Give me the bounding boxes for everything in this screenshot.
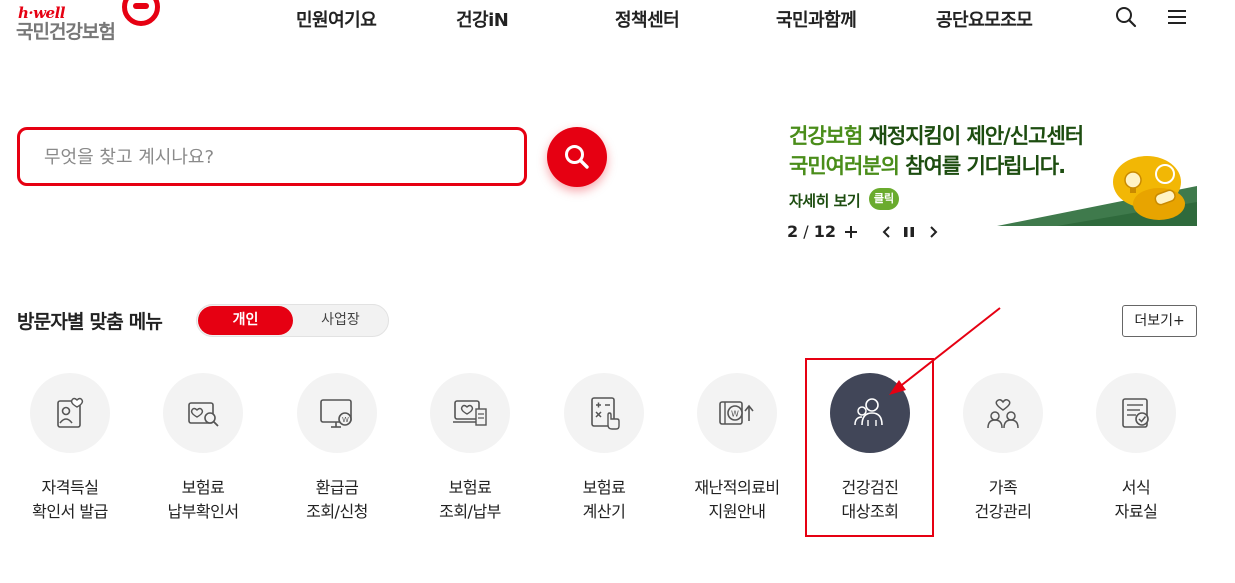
- nav-item-policy-center[interactable]: 정책센터: [615, 6, 680, 32]
- svg-text:W: W: [342, 416, 349, 424]
- toggle-business[interactable]: 사업장: [293, 306, 388, 335]
- nav-item-health-in[interactable]: 건강iN: [456, 6, 509, 32]
- nav-item-with-citizens[interactable]: 국민과함께: [776, 6, 857, 32]
- section-title-visitor-menu: 방문자별 맞춤 메뉴: [17, 311, 163, 333]
- menu-item-family-health[interactable]: 가족 건강관리: [938, 373, 1068, 533]
- hamburger-menu-icon[interactable]: [1166, 6, 1190, 30]
- visitor-type-toggle: 개인 사업장: [196, 304, 389, 337]
- banner-line-2: 국민여러분의 참여를 기다립니다.: [789, 154, 1066, 178]
- menu-item-forms-library[interactable]: 서식 자료실: [1071, 373, 1201, 533]
- header-search-icon[interactable]: [1115, 6, 1139, 30]
- menu-item-premium-calculator[interactable]: 보험료 계산기: [539, 373, 669, 533]
- search-icon: [565, 145, 589, 169]
- toggle-personal[interactable]: 개인: [198, 306, 293, 335]
- search-box: [17, 127, 527, 186]
- banner-line-1: 건강보험 재정지킴이 제안/신고센터: [789, 124, 1084, 148]
- promo-banner[interactable]: 건강보험 재정지킴이 제안/신고센터 국민여러분의 참여를 기다립니다. 자세히…: [787, 120, 1197, 226]
- menu-item-premium-payment[interactable]: 보험료 조회/납부: [405, 373, 535, 533]
- banner-click-badge: 클릭: [869, 188, 899, 210]
- chevron-left-icon[interactable]: [879, 224, 895, 242]
- form-document-icon: [1122, 398, 1149, 428]
- menu-item-refund-inquiry[interactable]: W 환급금 조회/신청: [272, 373, 402, 533]
- person-certificate-icon: [57, 397, 84, 428]
- coin-lightbulb-icon: [1113, 156, 1185, 220]
- more-button[interactable]: 더보기+: [1122, 305, 1197, 337]
- pause-icon[interactable]: [901, 224, 917, 242]
- main-navigation: 민원여기요 건강iN 정책센터 국민과함께 공단요모조모: [0, 6, 1235, 34]
- monitor-refund-icon: W: [320, 399, 352, 428]
- pager-count: 2 / 12: [787, 222, 836, 241]
- menu-item-eligibility-certificate[interactable]: 자격득실 확인서 발급: [5, 373, 135, 533]
- menu-item-payment-certificate[interactable]: 보험료 납부확인서: [138, 373, 268, 533]
- search-button[interactable]: [547, 127, 607, 187]
- search-input[interactable]: [44, 142, 504, 172]
- svg-text:W: W: [731, 410, 739, 419]
- nav-item-civil-service[interactable]: 민원여기요: [296, 6, 377, 32]
- highlight-annotation-box: [805, 358, 934, 537]
- family-heart-icon: [987, 398, 1019, 429]
- plus-icon[interactable]: [843, 224, 859, 242]
- money-support-icon: W: [719, 401, 754, 425]
- menu-item-catastrophic-medical-support[interactable]: W 재난적의료비 지원안내: [672, 373, 802, 533]
- chevron-right-icon[interactable]: [925, 224, 941, 242]
- laptop-receipt-icon: [453, 400, 487, 426]
- nav-item-corporation-info[interactable]: 공단요모조모: [936, 6, 1033, 32]
- document-search-icon: [188, 402, 219, 427]
- calculator-icon: [591, 397, 620, 430]
- banner-more-link[interactable]: 자세히 보기: [789, 190, 861, 211]
